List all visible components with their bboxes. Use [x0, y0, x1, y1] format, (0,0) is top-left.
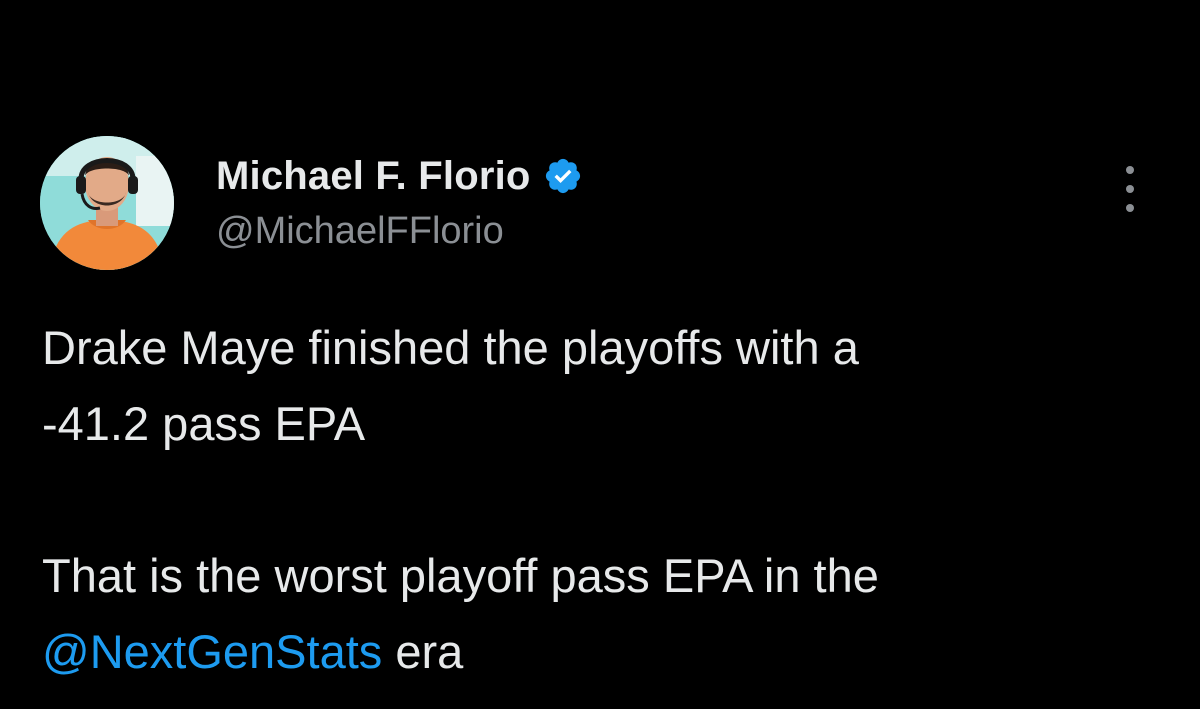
mention-link[interactable]: @NextGenStats [42, 625, 382, 678]
dot [1126, 166, 1134, 174]
display-name-row: Michael F. Florio [216, 148, 583, 204]
tweet-line-1: Drake Maye finished the playoffs with a [42, 321, 859, 374]
dot [1126, 204, 1134, 212]
display-name[interactable]: Michael F. Florio [216, 154, 531, 199]
tweet-line-4-suffix: era [382, 625, 464, 678]
author-names: Michael F. Florio @MichaelFFlorio [216, 148, 583, 253]
tweet-header: Michael F. Florio @MichaelFFlorio [40, 136, 1150, 276]
person-headset-avatar-icon [40, 136, 174, 270]
tweet-line-4: @NextGenStats era [42, 614, 1172, 690]
tweet-card: Michael F. Florio @MichaelFFlorio Drake … [0, 0, 1200, 709]
tweet-line-2: -41.2 pass EPA [42, 397, 366, 450]
dot [1126, 185, 1134, 193]
tweet-text: Drake Maye finished the playoffs with a … [42, 310, 1172, 690]
tweet-line-3: That is the worst playoff pass EPA in th… [42, 549, 879, 602]
author-handle[interactable]: @MichaelFFlorio [216, 210, 583, 253]
more-options-icon[interactable] [1122, 166, 1138, 212]
verified-badge-icon[interactable] [543, 156, 583, 196]
avatar[interactable] [40, 136, 174, 270]
